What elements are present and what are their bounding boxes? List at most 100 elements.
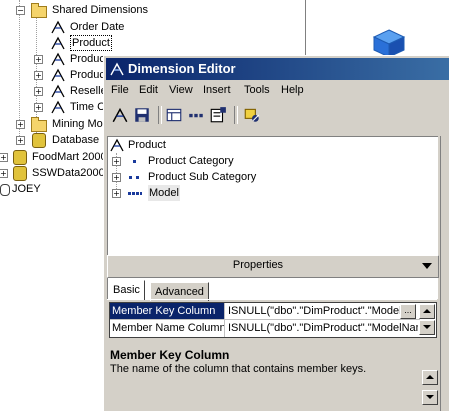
properties-button[interactable] [208,105,230,127]
save-button[interactable] [132,105,154,127]
expand-icon[interactable]: + [34,71,43,80]
tree-item-label: Time C [70,101,106,113]
tree-item-label: SSWData2000 [32,167,105,179]
level-product-sub-category[interactable]: + Product Sub Category [108,169,308,185]
property-value-label: ISNULL("dbo"."DimProduct"."ModelNam [228,322,418,334]
right-scrollbar[interactable] [422,346,438,408]
expand-icon[interactable]: + [16,136,25,145]
table-view-icon [166,108,182,122]
member-grid-button[interactable] [186,105,208,127]
splitter[interactable] [440,136,449,411]
grid-col-divider [224,303,225,337]
description-text: The name of the column that contains mem… [110,363,367,375]
scroll-up-icon [426,375,434,379]
tree-item-label: Produc [70,69,105,81]
level-label: Product Sub Category [148,171,257,183]
expand-icon[interactable]: + [34,103,43,112]
menu-insert[interactable]: Insert [203,84,231,96]
property-value-member-name-column[interactable]: ISNULL("dbo"."DimProduct"."ModelNam [226,320,418,336]
properties-label: Properties [232,259,284,271]
ellipsis-button[interactable]: ... [400,304,416,319]
dimension-icon [51,20,65,34]
level-model[interactable]: + Model [108,185,308,201]
member-grid-icon [189,113,203,118]
dimension-icon [51,68,65,82]
tree-item-label: Reselle [70,85,107,97]
scroll-up-icon [423,309,431,313]
folder-icon [31,3,47,18]
level-label: Product Category [148,155,234,167]
properties-icon [210,107,226,123]
process-icon [244,108,260,122]
scroll-up-button[interactable] [419,304,435,319]
tab-label: Basic [113,284,140,296]
server-icon [0,184,10,196]
dimension-icon [112,107,128,123]
level-two-dot-icon [129,176,139,179]
tree-item-shared-dimensions[interactable]: − Shared Dimensions [0,2,200,18]
description-title: Member Key Column [110,348,230,362]
title-bar[interactable]: Dimension Editor [106,58,449,80]
menu-tools[interactable]: Tools [244,84,270,96]
expand-icon[interactable]: + [0,169,8,178]
dropdown-arrow-icon[interactable] [422,263,432,269]
level-product-category[interactable]: + Product Category [108,153,308,169]
property-name-member-key-column[interactable]: Member Key Column [110,303,224,319]
database-icon [13,166,27,181]
level-three-dot-icon [128,192,142,195]
expand-icon[interactable]: + [34,55,43,64]
menu-help[interactable]: Help [281,84,304,96]
dimension-editor-window: Dimension Editor File Edit View Insert T… [103,55,449,411]
expand-icon[interactable]: + [112,189,121,198]
scroll-up-button[interactable] [422,370,438,385]
tree-item-order-date[interactable]: Order Date [0,19,200,35]
tree-item-label: Order Date [70,21,125,33]
menu-view[interactable]: View [169,84,193,96]
property-name-label: Member Name Column [112,322,224,334]
expand-icon[interactable]: + [112,173,121,182]
level-one-dot-icon [133,160,136,163]
property-name-member-name-column[interactable]: Member Name Column [110,320,224,336]
dimension-icon [51,84,65,98]
scroll-down-icon [426,395,434,399]
toolbar-separator [158,106,162,124]
save-icon [135,108,149,122]
scroll-down-button[interactable] [419,320,435,335]
tree-item-label: JOEY [12,183,41,195]
tree-item-product[interactable]: Product [0,35,200,51]
menu-file[interactable]: File [111,84,129,96]
properties-toggle-bar[interactable]: Properties [107,255,439,278]
menu-edit[interactable]: Edit [139,84,158,96]
dimension-icon [51,52,65,66]
description-panel: Member Key Column The name of the column… [107,346,437,408]
tree-item-label: Produc [70,53,105,65]
dimension-button[interactable] [110,105,132,127]
expand-icon[interactable]: + [112,157,121,166]
dimension-icon [110,138,124,152]
process-button[interactable] [242,105,264,127]
menu-bar: File Edit View Insert Tools Help [106,82,449,100]
expand-icon[interactable]: + [34,87,43,96]
database-icon [13,150,27,165]
property-grid[interactable]: Member Key Column ISNULL("dbo"."DimProdu… [109,302,437,338]
collapse-icon[interactable]: − [16,6,25,15]
table-view-button[interactable] [164,105,186,127]
tree-item-label: FoodMart 2000 [32,151,107,163]
scroll-down-button[interactable] [422,390,438,405]
expand-icon[interactable]: + [0,153,8,162]
database-role-icon [32,133,46,148]
tree-item-label: Mining Mod [52,118,109,130]
toolbar-separator [234,106,238,124]
property-value-member-key-column[interactable]: ISNULL("dbo"."DimProduct"."ModelN [226,303,404,319]
window-title: Dimension Editor [128,61,236,76]
expand-icon[interactable]: + [16,120,25,129]
tree-item-label: Database [52,134,100,146]
folder-icon [31,117,47,132]
toolbar [106,103,449,129]
tab-label: Advanced [155,286,204,298]
scroll-down-icon [423,325,431,329]
tree-item-label: Shared Dimensions [52,4,148,16]
tree-root-label: Product [128,139,166,151]
tab-basic[interactable]: Basic [108,280,145,300]
tree-item-label: Product [70,35,112,51]
